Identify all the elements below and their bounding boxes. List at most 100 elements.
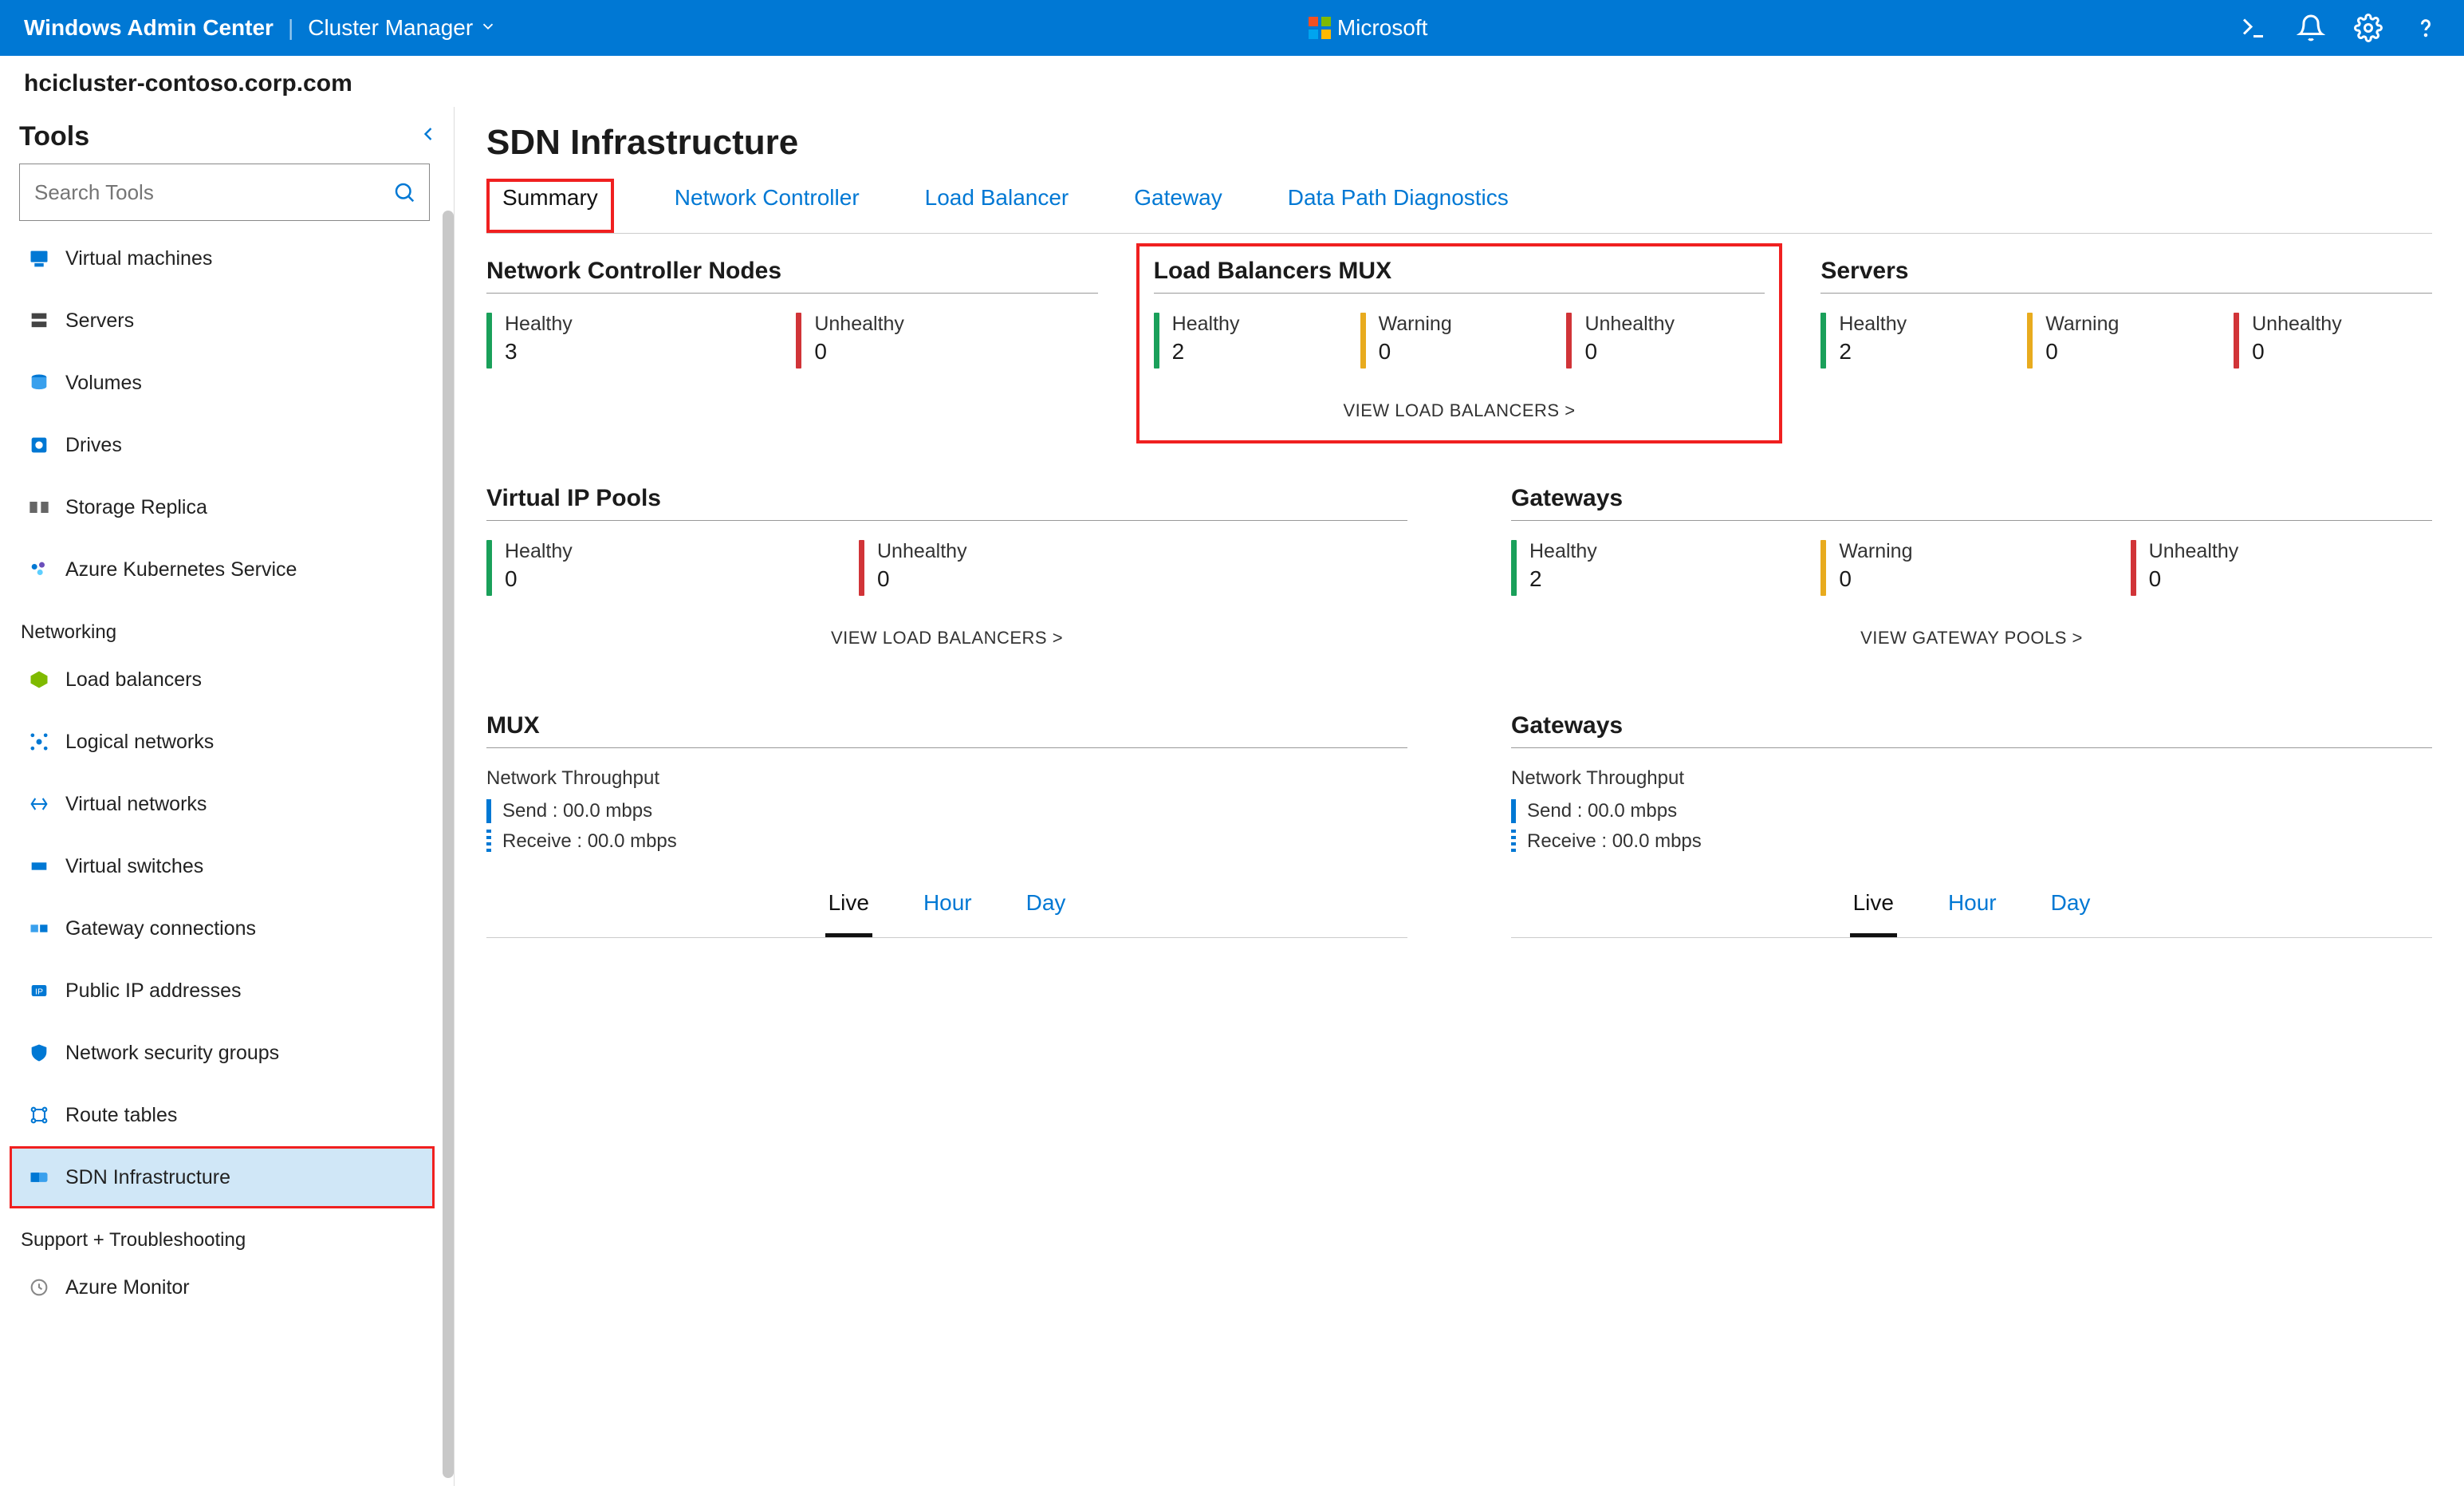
sidebar-item-label: Logical networks [65, 731, 214, 754]
status-bar-green [1511, 540, 1517, 596]
sdn-infrastructure-icon [27, 1165, 51, 1189]
sidebar-item-sdn-infrastructure[interactable]: SDN Infrastructure [10, 1146, 435, 1208]
summary-card: Network Controller NodesHealthy3Unhealth… [486, 258, 1098, 421]
section-label: Cluster Manager [308, 15, 473, 41]
stat: Healthy2 [1820, 313, 2019, 369]
stat-value: 3 [505, 339, 573, 365]
sidebar-item-label: Drives [65, 434, 122, 457]
sidebar-item-aks[interactable]: Azure Kubernetes Service [10, 538, 435, 601]
status-bar-yellow [1820, 540, 1826, 596]
time-tab-hour[interactable]: Hour [1945, 885, 2000, 937]
collapse-sidebar-icon[interactable] [417, 121, 439, 152]
tab-load-balancer[interactable]: Load Balancer [920, 179, 1074, 233]
time-tab-hour[interactable]: Hour [920, 885, 975, 937]
receive-indicator [1511, 830, 1516, 853]
view-link[interactable]: VIEW LOAD BALANCERS > [1343, 400, 1575, 420]
product-name[interactable]: Windows Admin Center [24, 15, 274, 41]
stat-label: Healthy [505, 540, 573, 563]
storage-replica-icon [27, 495, 51, 519]
send-metric: Send : 00.0 mbps [502, 800, 652, 822]
stat-label: Healthy [1529, 540, 1597, 563]
search-tools[interactable] [19, 164, 430, 221]
sidebar-item-gateway-connections[interactable]: Gateway connections [10, 897, 435, 960]
sidebar-section-heading: Networking [10, 601, 454, 648]
content-area: SDN Infrastructure SummaryNetwork Contro… [455, 107, 2464, 1486]
sidebar-item-servers[interactable]: Servers [10, 290, 435, 352]
stat: Unhealthy0 [796, 313, 1097, 369]
stat-label: Unhealthy [2252, 313, 2342, 336]
sidebar-item-drives[interactable]: Drives [10, 414, 435, 476]
sidebar-item-label: Load balancers [65, 668, 202, 692]
drives-icon [27, 433, 51, 457]
receive-metric: Receive : 00.0 mbps [502, 830, 677, 853]
sidebar-item-logical-networks[interactable]: Logical networks [10, 711, 435, 773]
stat-value: 0 [877, 566, 967, 592]
sidebar-item-volumes[interactable]: Volumes [10, 352, 435, 414]
time-tab-day[interactable]: Day [2048, 885, 2094, 937]
sidebar-scrollbar[interactable] [443, 211, 454, 1478]
tab-summary[interactable]: Summary [486, 179, 614, 233]
nsg-icon [27, 1041, 51, 1065]
view-link[interactable]: VIEW GATEWAY POOLS > [1860, 628, 2083, 648]
svg-text:IP: IP [35, 987, 43, 997]
sidebar-item-label: Storage Replica [65, 496, 207, 519]
throughput-card: GatewaysNetwork ThroughputSend : 00.0 mb… [1511, 712, 2432, 938]
sidebar-item-storage-replica[interactable]: Storage Replica [10, 476, 435, 538]
status-bar-red [796, 313, 801, 369]
stat: Healthy3 [486, 313, 788, 369]
stat-label: Warning [2045, 313, 2119, 336]
stat-label: Unhealthy [1584, 313, 1675, 336]
stat: Unhealthy 0 [859, 540, 1223, 596]
virtual-switches-icon [27, 854, 51, 878]
azure-monitor-icon [27, 1275, 51, 1299]
help-icon[interactable] [2411, 14, 2440, 42]
view-link[interactable]: VIEW LOAD BALANCERS > [831, 628, 1063, 648]
stat: Unhealthy 0 [1566, 313, 1765, 369]
sidebar-item-label: Volumes [65, 372, 142, 395]
sidebar-item-label: Virtual machines [65, 247, 212, 270]
tab-data-path-diagnostics[interactable]: Data Path Diagnostics [1283, 179, 1513, 233]
sidebar-item-azure-monitor[interactable]: Azure Monitor [10, 1256, 435, 1318]
stat: Warning0 [2027, 313, 2226, 369]
sidebar-item-load-balancers[interactable]: Load balancers [10, 648, 435, 711]
sidebar-item-label: Azure Kubernetes Service [65, 558, 297, 581]
shell-icon[interactable] [2239, 14, 2268, 42]
stat-label: Warning [1379, 313, 1452, 336]
time-tab-live[interactable]: Live [825, 885, 872, 937]
page-tabs: Summary Network Controller Load Balancer Ga… [486, 175, 2432, 234]
stat-value: 0 [1584, 339, 1675, 365]
stat: Healthy0 [486, 540, 851, 596]
stat-label: Unhealthy [877, 540, 967, 563]
sidebar-item-virtual-networks[interactable]: Virtual networks [10, 773, 435, 835]
sidebar-item-virtual-machines[interactable]: Virtual machines [10, 227, 435, 290]
logical-networks-icon [27, 730, 51, 754]
card-title: Gateways [1511, 485, 2432, 521]
stat-value: 2 [1529, 566, 1597, 592]
stat: Healthy 2 [1511, 540, 1813, 596]
sidebar-item-virtual-switches[interactable]: Virtual switches [10, 835, 435, 897]
sidebar-item-label: Servers [65, 309, 134, 333]
tab-gateway[interactable]: Gateway [1129, 179, 1227, 233]
status-bar-red [859, 540, 864, 596]
search-input[interactable] [33, 179, 392, 206]
stat-value: 0 [1839, 566, 1912, 592]
stat-label: Unhealthy [2149, 540, 2239, 563]
time-tab-live[interactable]: Live [1850, 885, 1897, 937]
status-bar-green [1154, 313, 1159, 369]
stat-value: 0 [814, 339, 904, 365]
cluster-host: hcicluster-contoso.corp.com [0, 56, 2464, 107]
tab-network-controller[interactable]: Network Controller [670, 179, 864, 233]
card-title: Virtual IP Pools [486, 485, 1407, 521]
sidebar-item-nsg[interactable]: Network security groups [10, 1022, 435, 1084]
status-bar-green [486, 540, 492, 596]
stat-value: 0 [2252, 339, 2342, 365]
section-dropdown[interactable]: Cluster Manager [308, 15, 497, 41]
summary-card: Virtual IP Pools Healthy0 Unhealthy 0 VIEW L… [486, 485, 1407, 648]
tools-heading: Tools [19, 121, 89, 152]
sidebar-item-public-ip[interactable]: IPPublic IP addresses [10, 960, 435, 1022]
notifications-icon[interactable] [2297, 14, 2325, 42]
sidebar-item-label: Gateway connections [65, 917, 256, 940]
settings-icon[interactable] [2354, 14, 2383, 42]
sidebar-item-route-tables[interactable]: Route tables [10, 1084, 435, 1146]
time-tab-day[interactable]: Day [1023, 885, 1069, 937]
